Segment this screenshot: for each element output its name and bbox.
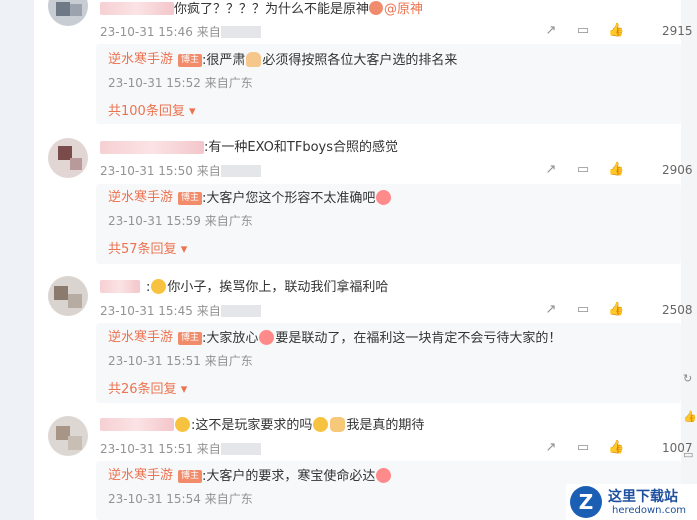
comment-item: :有一种EXO和TFboys合照的感觉 23-10-31 15:50 来自 ↗ …: [34, 138, 693, 264]
like-icon[interactable]: 👍: [608, 441, 624, 455]
comment-text: : 你小子，挨骂你上，联动我们拿福利哈: [146, 279, 389, 295]
username-blurred[interactable]: [100, 2, 174, 15]
reply-text: :大客户您这个形容不太准确吧: [202, 190, 392, 207]
site-logo-icon: Z: [570, 486, 602, 518]
watermark-url: heredown.com: [612, 505, 687, 516]
mention-link[interactable]: @原神: [369, 1, 423, 17]
reply-author[interactable]: 逆水寒手游: [108, 330, 173, 346]
like-icon[interactable]: 👍: [608, 24, 624, 38]
chevron-down-icon: ▾: [180, 382, 188, 397]
comment-actions: ↗ ▭ 👍 2508: [544, 303, 693, 319]
comment-item: : 你小子，挨骂你上，联动我们拿福利哈 23-10-31 15:45 来自 ↗ ▭…: [34, 276, 693, 403]
thumbs-up-emoji: [330, 417, 346, 432]
comment-actions: ↗ ▭ 👍 2906: [544, 163, 693, 179]
username-blurred[interactable]: [100, 141, 204, 154]
share-icon[interactable]: ↗: [544, 163, 558, 177]
comment-icon[interactable]: ▭: [576, 441, 590, 455]
like-icon[interactable]: 👍: [608, 163, 624, 177]
comment-actions: ↗ ▭ 👍 1007: [544, 441, 693, 457]
avatar[interactable]: [48, 138, 88, 178]
blogger-badge: 博主: [178, 332, 203, 345]
comment-icon[interactable]: ▭: [576, 163, 590, 177]
blogger-badge: 博主: [178, 54, 203, 67]
like-icon[interactable]: 👍: [608, 303, 624, 317]
view-more-replies[interactable]: 共100条回复 ▾: [108, 104, 196, 120]
comment-meta: 23-10-31 15:51 来自: [100, 442, 261, 456]
avatar[interactable]: [48, 276, 88, 316]
comment-text: :这不是玩家要求的吗 我是真的期待: [174, 417, 424, 434]
reply-meta: 23-10-31 15:52 来自广东: [108, 76, 253, 90]
like-count: 2906: [662, 163, 693, 177]
comment-meta: 23-10-31 15:45 来自: [100, 304, 261, 318]
watermark-title: 这里下载站: [608, 489, 678, 505]
site-watermark: Z 这里下载站 heredown.com: [566, 484, 697, 520]
reply-author[interactable]: 逆水寒手游: [108, 52, 173, 68]
refresh-icon[interactable]: ↻: [683, 373, 695, 385]
share-icon[interactable]: ↗: [544, 24, 558, 38]
blogger-reply: 逆水寒手游 博主 :大客户您这个形容不太准确吧 23-10-31 15:59 来…: [96, 184, 681, 264]
like-count: 2508: [662, 303, 693, 317]
shy-face-emoji: [259, 330, 275, 345]
reply-text: :很严肃 必须得按照各位大客户选的排名来: [202, 52, 458, 68]
reply-meta: 23-10-31 15:54 来自广东: [108, 492, 253, 506]
comment-meta: 23-10-31 15:46 来自: [100, 25, 261, 39]
like-count: 1007: [662, 441, 693, 455]
thumb-icon[interactable]: 👍: [683, 411, 697, 423]
blogger-badge: 博主: [178, 470, 203, 483]
avatar[interactable]: [48, 0, 88, 26]
reply-meta: 23-10-31 15:59 来自广东: [108, 214, 253, 228]
mention-avatar-icon: [369, 1, 384, 15]
comment-text: 你疯了？？？？为什么不能是原神 @原神: [174, 1, 424, 17]
reply-text: :大家放心 要是联动了，在福利这一块肯定不会亏待大家的！: [202, 330, 562, 346]
username-blurred[interactable]: [100, 418, 174, 431]
shy-face-emoji: [376, 190, 392, 205]
left-sidebar-strip: [0, 0, 34, 520]
heart-eyes-emoji: [376, 468, 392, 483]
reply-author[interactable]: 逆水寒手游: [108, 468, 173, 484]
username-blurred[interactable]: [100, 280, 140, 293]
view-more-replies[interactable]: 共26条回复 ▾: [108, 382, 187, 398]
laughing-emoji: [313, 417, 329, 432]
avatar[interactable]: [48, 416, 88, 456]
blogger-reply: 逆水寒手游 博主 :大家放心 要是联动了，在福利这一块肯定不会亏待大家的！ 23-…: [96, 323, 681, 403]
reply-meta: 23-10-31 15:51 来自广东: [108, 354, 253, 368]
reply-text: :大客户的要求，寒宝使命必达: [202, 468, 392, 485]
comment-meta: 23-10-31 15:50 来自: [100, 164, 261, 178]
blogger-badge: 博主: [178, 192, 203, 205]
like-count: 2915: [662, 24, 693, 38]
comment-icon[interactable]: ▭: [576, 303, 590, 317]
chevron-down-icon: ▾: [180, 242, 188, 257]
comment-actions: ↗ ▭ 👍 2915: [544, 24, 693, 40]
comment-list: 你疯了？？？？为什么不能是原神 @原神 23-10-31 15:46 来自 ↗ ▭…: [34, 0, 693, 520]
chevron-down-icon: ▾: [188, 104, 196, 119]
comment-icon[interactable]: ▭: [576, 24, 590, 38]
comment-text: :有一种EXO和TFboys合照的感觉: [204, 140, 398, 155]
reply-author[interactable]: 逆水寒手游: [108, 190, 173, 206]
praying-hands-emoji: [246, 52, 262, 67]
comment-item: 你疯了？？？？为什么不能是原神 @原神 23-10-31 15:46 来自 ↗ ▭…: [34, 0, 693, 126]
share-icon[interactable]: ↗: [544, 303, 558, 317]
share-icon[interactable]: ↗: [544, 441, 558, 455]
star-face-emoji: [175, 417, 190, 432]
blogger-reply: 逆水寒手游 博主 :很严肃 必须得按照各位大客户选的排名来 23-10-31 15…: [96, 44, 681, 124]
cat-face-emoji: [151, 279, 167, 294]
view-more-replies[interactable]: 共57条回复 ▾: [108, 242, 187, 258]
